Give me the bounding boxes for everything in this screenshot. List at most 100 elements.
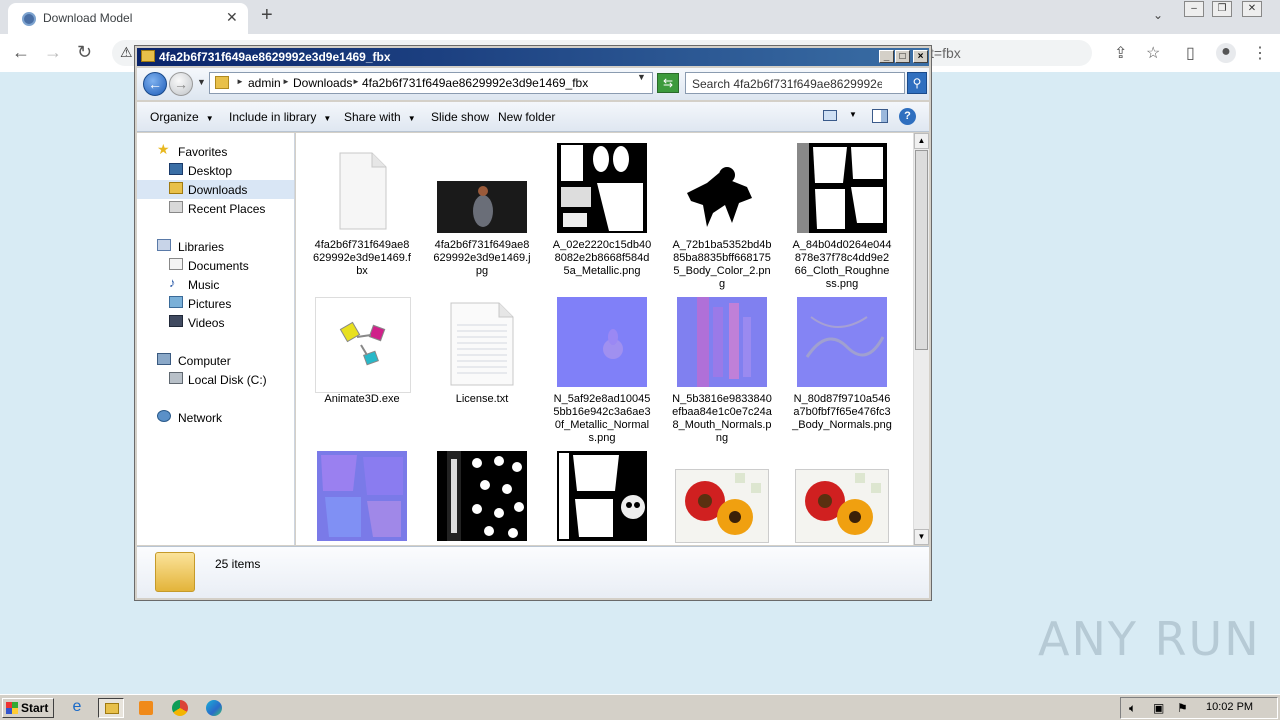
breadcrumb-admin[interactable]: admin bbox=[248, 76, 281, 90]
nav-recent-places[interactable]: Recent Places bbox=[188, 202, 265, 216]
nav-downloads[interactable]: Downloads bbox=[188, 183, 247, 197]
media-player-icon[interactable] bbox=[134, 698, 160, 718]
clock[interactable]: 10:02 PM bbox=[1206, 701, 1253, 713]
history-dropdown-icon[interactable]: ▼ bbox=[197, 77, 206, 87]
scrollbar-thumb[interactable] bbox=[915, 150, 928, 350]
file-item[interactable]: N_5b3816e9833840efbaa84e1c0e7c24a8_Mouth… bbox=[667, 297, 777, 449]
slide-show-button[interactable]: Slide show bbox=[431, 110, 489, 124]
nav-favorites[interactable]: Favorites bbox=[178, 145, 227, 159]
nav-libraries[interactable]: Libraries bbox=[178, 240, 224, 254]
file-item[interactable]: Animate3D.exe bbox=[307, 297, 417, 437]
file-item[interactable]: A_84b04d0264e044878e37f78c4dd9e266_Cloth… bbox=[787, 143, 897, 295]
breadcrumb[interactable]: ► admin ► Downloads ► 4fa2b6f731f649ae86… bbox=[209, 72, 653, 94]
preview-pane-icon[interactable] bbox=[872, 109, 888, 123]
breadcrumb-separator-icon[interactable]: ► bbox=[282, 77, 290, 86]
start-button[interactable]: Start bbox=[2, 698, 54, 718]
breadcrumb-separator-icon[interactable]: ► bbox=[236, 77, 244, 86]
file-name: N_80d87f9710a546a7b0fbf7f65e476fc3_Body_… bbox=[792, 393, 892, 431]
item-count: 25 items bbox=[215, 557, 261, 571]
window-titlebar[interactable]: 4fa2b6f731f649ae8629992e3d9e1469_fbx _ □… bbox=[137, 48, 929, 66]
photo-thumbnail bbox=[437, 181, 527, 233]
new-folder-button[interactable]: New folder bbox=[498, 110, 555, 124]
file-item[interactable] bbox=[547, 451, 657, 545]
text-file-icon bbox=[450, 302, 514, 386]
change-view-icon[interactable] bbox=[823, 110, 837, 121]
forward-button[interactable]: → bbox=[169, 72, 193, 96]
breadcrumb-downloads[interactable]: Downloads bbox=[293, 76, 352, 90]
file-item[interactable]: A_02e2220c15db408082e2b8668f584d5a_Metal… bbox=[547, 143, 657, 283]
file-item[interactable]: N_5af92e8ad100455bb16e942c3a6ae30f_Metal… bbox=[547, 297, 657, 449]
network-icon[interactable]: ▣ bbox=[1153, 701, 1164, 715]
window-close-icon[interactable]: × bbox=[913, 50, 928, 63]
minimize-icon[interactable]: – bbox=[1184, 1, 1204, 17]
scroll-down-icon[interactable]: ▼ bbox=[914, 529, 929, 545]
blank-file-icon bbox=[339, 152, 387, 230]
computer-icon bbox=[157, 353, 171, 365]
tab-search-chevron-icon[interactable]: ⌄ bbox=[1153, 8, 1163, 22]
browser-tab[interactable]: Download Model ✕ bbox=[8, 3, 248, 34]
tab-close-icon[interactable]: ✕ bbox=[226, 9, 238, 26]
forward-arrow-icon[interactable]: → bbox=[44, 42, 62, 63]
nav-videos[interactable]: Videos bbox=[188, 316, 224, 330]
help-icon[interactable]: ? bbox=[899, 108, 916, 125]
file-item[interactable]: 4fa2b6f731f649ae8629992e3d9e1469.fbx bbox=[307, 143, 417, 283]
file-item[interactable]: License.txt bbox=[427, 297, 537, 437]
file-item[interactable]: A_72b1ba5352bd4b85ba8835bff6681755_Body_… bbox=[667, 143, 777, 295]
organize-button[interactable]: Organize ▼ bbox=[150, 110, 214, 124]
restore-icon[interactable]: ❐ bbox=[1212, 1, 1232, 17]
new-tab-button[interactable]: + bbox=[261, 4, 273, 27]
address-dropdown-icon[interactable]: ▼ bbox=[637, 72, 646, 82]
file-item[interactable] bbox=[667, 451, 777, 545]
bookmark-star-icon[interactable]: ☆ bbox=[1146, 43, 1160, 63]
file-item[interactable] bbox=[427, 451, 537, 545]
side-panel-icon[interactable]: ▯ bbox=[1186, 43, 1195, 63]
profile-avatar-icon[interactable]: ● bbox=[1216, 43, 1236, 63]
scroll-up-icon[interactable]: ▲ bbox=[914, 133, 929, 149]
nav-computer[interactable]: Computer bbox=[178, 354, 231, 368]
search-icon[interactable]: ⚲ bbox=[907, 72, 927, 94]
volume-icon[interactable]: 🔈︎ bbox=[1129, 701, 1136, 716]
file-item[interactable]: N_80d87f9710a546a7b0fbf7f65e476fc3_Body_… bbox=[787, 297, 897, 449]
texture-silhouette-thumbnail bbox=[677, 143, 767, 233]
breadcrumb-current-folder[interactable]: 4fa2b6f731f649ae8629992e3d9e1469_fbx bbox=[362, 76, 588, 90]
back-arrow-icon[interactable]: ← bbox=[12, 42, 30, 63]
internet-explorer-icon[interactable]: e bbox=[64, 698, 90, 718]
flower-thumbnail bbox=[675, 469, 769, 543]
file-item[interactable] bbox=[787, 451, 897, 545]
edge-icon[interactable] bbox=[202, 698, 228, 718]
file-name: A_02e2220c15db408082e2b8668f584d5a_Metal… bbox=[552, 239, 652, 277]
include-in-library-button[interactable]: Include in library ▼ bbox=[229, 110, 331, 124]
start-label: Start bbox=[21, 701, 49, 715]
action-center-flag-icon[interactable]: ⚑ bbox=[1177, 701, 1188, 715]
not-secure-warning-icon[interactable]: ⚠ bbox=[120, 44, 133, 61]
search-input[interactable]: Search 4fa2b6f731f649ae8629992e3d... bbox=[685, 72, 905, 94]
nav-network[interactable]: Network bbox=[178, 411, 222, 425]
vertical-scrollbar[interactable]: ▲ ▼ bbox=[913, 133, 929, 545]
close-icon[interactable]: ✕ bbox=[1242, 1, 1262, 17]
nav-desktop[interactable]: Desktop bbox=[188, 164, 232, 178]
refresh-icon[interactable]: ⇆ bbox=[657, 73, 679, 93]
exe-icon bbox=[315, 297, 411, 393]
file-item[interactable]: 4fa2b6f731f649ae8629992e3d9e1469.jpg bbox=[427, 143, 537, 283]
nav-local-disk[interactable]: Local Disk (C:) bbox=[188, 373, 267, 387]
menu-kebab-icon[interactable]: ⋮ bbox=[1252, 43, 1268, 63]
explorer-taskbar-button[interactable] bbox=[98, 698, 124, 718]
file-item[interactable] bbox=[307, 451, 417, 545]
view-dropdown-icon[interactable]: ▼ bbox=[849, 110, 857, 119]
chrome-icon[interactable] bbox=[168, 698, 194, 718]
share-icon[interactable]: ⇪ bbox=[1114, 43, 1127, 63]
nav-pictures[interactable]: Pictures bbox=[188, 297, 231, 311]
edge-glyph bbox=[206, 700, 222, 716]
dropdown-arrow-icon: ▼ bbox=[205, 114, 214, 123]
nav-documents[interactable]: Documents bbox=[188, 259, 249, 273]
reload-icon[interactable]: ↻ bbox=[77, 42, 92, 63]
back-button[interactable]: ← bbox=[143, 72, 167, 96]
window-maximize-icon[interactable]: □ bbox=[895, 50, 910, 63]
window-minimize-icon[interactable]: _ bbox=[879, 50, 894, 63]
texture-dots-thumbnail bbox=[437, 451, 527, 541]
file-name: Animate3D.exe bbox=[324, 393, 400, 405]
breadcrumb-separator-icon[interactable]: ► bbox=[352, 77, 360, 86]
details-pane: 25 items bbox=[137, 546, 929, 598]
share-with-button[interactable]: Share with ▼ bbox=[344, 110, 416, 124]
nav-music[interactable]: Music bbox=[188, 278, 219, 292]
